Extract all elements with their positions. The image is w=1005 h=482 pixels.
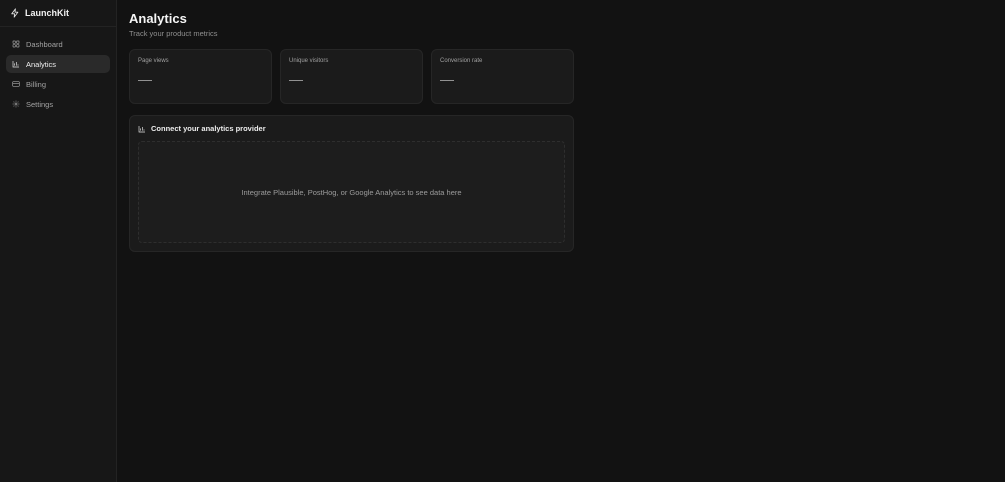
sidebar-item-label: Dashboard [26,39,63,49]
sidebar-item-dashboard[interactable]: Dashboard [6,35,110,53]
page-title: Analytics [129,11,187,26]
gear-icon [12,100,20,108]
stats-row: Page views — Unique visitors — Conversio… [129,49,993,104]
lightning-bolt-icon [10,8,20,18]
stat-card-page-views: Page views — [129,49,272,104]
stat-value: — [289,71,303,87]
sidebar-item-label: Settings [26,99,54,109]
provider-message: Integrate Plausible, PostHog, or Google … [241,187,462,197]
sidebar-item-analytics[interactable]: Analytics [6,55,110,73]
bar-chart-icon [138,125,146,133]
brand-name: LaunchKit [25,8,69,18]
stat-value: — [440,71,454,87]
main-content: Analytics Track your product metrics Pag… [117,0,1005,482]
stat-card-unique-visitors: Unique visitors — [280,49,423,104]
stat-label: Unique visitors [289,58,329,64]
provider-empty-state: Integrate Plausible, PostHog, or Google … [138,141,565,243]
page-subtitle: Track your product metrics [129,29,218,38]
app-root: LaunchKit Dashboard Analytics Billing Se… [0,0,1005,482]
stat-label: Conversion rate [440,58,483,64]
sidebar-nav: Dashboard Analytics Billing Settings [0,27,116,121]
provider-header: Connect your analytics provider [138,124,565,133]
grid-icon [12,40,20,48]
stat-card-conversion-rate: Conversion rate — [431,49,574,104]
sidebar-item-settings[interactable]: Settings [6,95,110,113]
sidebar-item-label: Analytics [26,59,57,69]
sidebar-item-billing[interactable]: Billing [6,75,110,93]
stat-label: Page views [138,58,169,64]
provider-title: Connect your analytics provider [151,124,266,133]
sidebar-item-label: Billing [26,79,47,89]
analytics-provider-card: Connect your analytics provider Integrat… [129,115,574,252]
sidebar: LaunchKit Dashboard Analytics Billing Se… [0,0,117,482]
bar-chart-icon [12,60,20,68]
brand[interactable]: LaunchKit [0,0,116,27]
credit-card-icon [12,80,20,88]
stat-value: — [138,71,152,87]
